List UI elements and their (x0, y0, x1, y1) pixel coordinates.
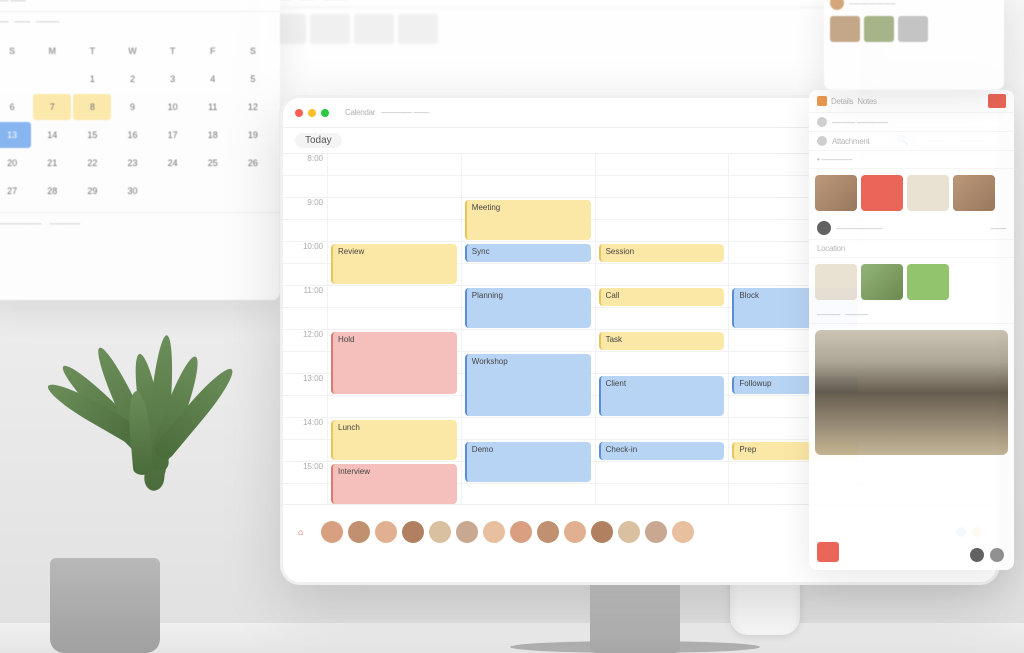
minimize-button[interactable] (308, 109, 316, 117)
participant-avatar[interactable] (429, 521, 451, 543)
app-icon (817, 96, 827, 106)
calendar-event[interactable]: Interview (331, 464, 457, 504)
calendar-day[interactable]: 23 (113, 150, 151, 176)
participant-avatar[interactable] (402, 521, 424, 543)
calendar-day[interactable]: 12 (234, 94, 272, 120)
participant-avatar[interactable] (510, 521, 532, 543)
calendar-day[interactable]: 14 (33, 122, 71, 148)
flag-icon[interactable] (988, 94, 1006, 108)
background-window: ———————— (260, 0, 860, 110)
thumbnail[interactable] (907, 264, 949, 300)
calendar-event[interactable]: Hold (331, 332, 457, 394)
calendar-event[interactable]: Demo (465, 442, 591, 482)
calendar-day[interactable]: 13 (0, 122, 31, 148)
calendar-day[interactable] (154, 178, 192, 204)
thumbnail[interactable] (861, 264, 903, 300)
calendar-event[interactable]: Lunch (331, 420, 457, 460)
participant-avatar[interactable] (348, 521, 370, 543)
participant-avatar[interactable] (456, 521, 478, 543)
panel-tab[interactable]: Notes (857, 97, 876, 106)
calendar-day[interactable]: 3 (154, 66, 192, 92)
calendar-day[interactable]: 9 (113, 94, 151, 120)
notification-card: —————— (824, 0, 1004, 90)
calendar-day[interactable]: 16 (113, 122, 151, 148)
calendar-event[interactable]: Review (331, 244, 457, 284)
calendar-event[interactable]: Sync (465, 244, 591, 262)
thumbnail[interactable] (907, 175, 949, 211)
thumbnail[interactable] (815, 175, 857, 211)
calendar-event[interactable]: Call (599, 288, 725, 306)
calendar-event[interactable]: Client (599, 376, 725, 416)
plant-foliage (0, 353, 270, 573)
participant-avatar[interactable] (564, 521, 586, 543)
participant-avatar[interactable] (672, 521, 694, 543)
calendar-day[interactable]: 6 (0, 94, 31, 120)
thumbnail[interactable] (815, 264, 857, 300)
calendar-event[interactable]: Workshop (465, 354, 591, 416)
calendar-day[interactable]: 7 (33, 94, 71, 120)
calendar-day[interactable]: 25 (194, 150, 232, 176)
calendar-event[interactable]: Planning (465, 288, 591, 328)
calendar-day[interactable]: 10 (154, 94, 192, 120)
participant-avatar[interactable] (483, 521, 505, 543)
calendar-event[interactable]: Meeting (465, 200, 591, 240)
calendar-day[interactable] (33, 66, 71, 92)
control-icon[interactable] (990, 548, 1004, 562)
calendar-day[interactable]: 8 (73, 94, 111, 120)
calendar-day[interactable]: 24 (154, 150, 192, 176)
close-button[interactable] (295, 109, 303, 117)
calendar-day[interactable]: 18 (194, 122, 232, 148)
panel-tab[interactable]: Details (831, 97, 853, 106)
preview-image[interactable] (815, 330, 1008, 455)
calendar-day[interactable]: 11 (194, 94, 232, 120)
participant-avatar[interactable] (321, 521, 343, 543)
home-icon[interactable]: ⌂ (298, 527, 303, 537)
calendar-day[interactable] (194, 178, 232, 204)
calendar-day[interactable]: 26 (234, 150, 272, 176)
calendar-day[interactable]: 27 (0, 178, 31, 204)
participant-avatar[interactable] (645, 521, 667, 543)
calendar-day[interactable]: 5 (234, 66, 272, 92)
thumbnail[interactable] (861, 175, 903, 211)
calendar-day[interactable]: 17 (154, 122, 192, 148)
calendar-day[interactable]: 22 (73, 150, 111, 176)
mini-calendar-window: —— —— ——————— SMTWTFS1234567891011121314… (0, 0, 280, 300)
control-icon[interactable] (970, 548, 984, 562)
participant-avatar[interactable] (618, 521, 640, 543)
calendar-day[interactable] (234, 178, 272, 204)
participant-avatar[interactable] (537, 521, 559, 543)
calendar-day[interactable]: 19 (234, 122, 272, 148)
calendar-event[interactable]: Task (599, 332, 725, 350)
calendar-day[interactable]: 20 (0, 150, 31, 176)
calendar-event[interactable]: Check-in (599, 442, 725, 460)
calendar-day[interactable]: 30 (113, 178, 151, 204)
calendar-day[interactable]: 29 (73, 178, 111, 204)
action-button[interactable] (817, 542, 839, 562)
details-panel: Details Notes ——— ———— Attachment • ————… (809, 90, 1014, 570)
calendar-day[interactable]: 4 (194, 66, 232, 92)
today-button[interactable]: Today (295, 133, 342, 148)
calendar-event[interactable]: Session (599, 244, 725, 262)
calendar-day[interactable]: 2 (113, 66, 151, 92)
calendar-day[interactable] (0, 66, 31, 92)
app-title: Calendar (345, 108, 375, 117)
maximize-button[interactable] (321, 109, 329, 117)
participant-avatar[interactable] (591, 521, 613, 543)
participant-avatar[interactable] (375, 521, 397, 543)
calendar-day[interactable]: 28 (33, 178, 71, 204)
calendar-day[interactable]: 21 (33, 150, 71, 176)
calendar-day[interactable]: 1 (73, 66, 111, 92)
user-avatar-icon (817, 221, 831, 235)
calendar-day[interactable]: 15 (73, 122, 111, 148)
thumbnail[interactable] (953, 175, 995, 211)
